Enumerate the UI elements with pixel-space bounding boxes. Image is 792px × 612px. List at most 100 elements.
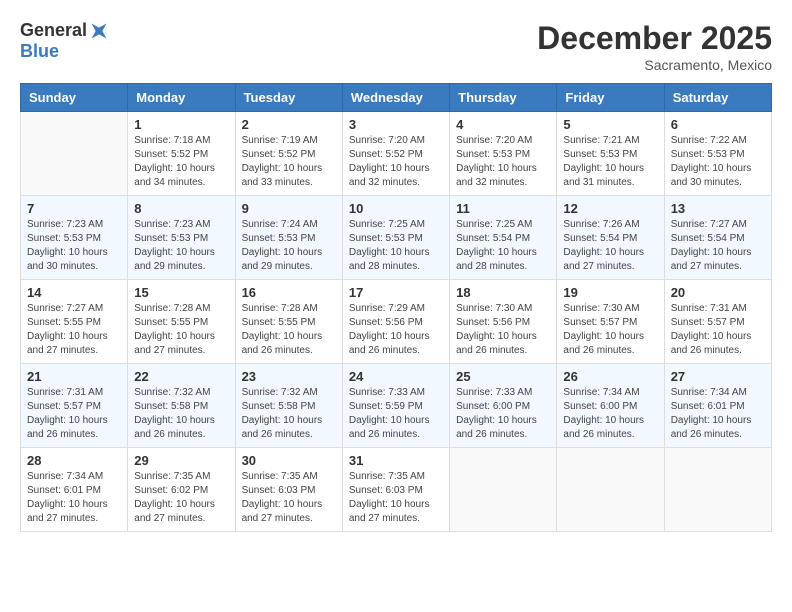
calendar-week-row: 28Sunrise: 7:34 AM Sunset: 6:01 PM Dayli… bbox=[21, 448, 772, 532]
day-number: 4 bbox=[456, 117, 550, 132]
day-info: Sunrise: 7:28 AM Sunset: 5:55 PM Dayligh… bbox=[134, 302, 228, 358]
day-number: 21 bbox=[27, 369, 121, 384]
day-info: Sunrise: 7:18 AM Sunset: 5:52 PM Dayligh… bbox=[134, 134, 228, 190]
day-number: 25 bbox=[456, 369, 550, 384]
day-info: Sunrise: 7:32 AM Sunset: 5:58 PM Dayligh… bbox=[242, 386, 336, 442]
calendar-day-cell: 9 Sunrise: 7:24 AM Sunset: 5:53 PM Daylig… bbox=[235, 196, 342, 280]
day-info: Sunrise: 7:20 AM Sunset: 5:52 PM Dayligh… bbox=[349, 134, 443, 190]
weekday-header-sunday: Sunday bbox=[21, 84, 128, 112]
day-info: Sunrise: 7:24 AM Sunset: 5:53 PM Dayligh… bbox=[242, 218, 336, 274]
day-number: 20 bbox=[671, 285, 765, 300]
calendar-day-cell: 18 Sunrise: 7:30 AM Sunset: 5:56 PM Dayli… bbox=[450, 280, 557, 364]
day-number: 8 bbox=[134, 201, 228, 216]
title-section: December 2025 Sacramento, Mexico bbox=[537, 20, 772, 73]
day-number: 11 bbox=[456, 201, 550, 216]
day-number: 1 bbox=[134, 117, 228, 132]
calendar-day-cell: 11 Sunrise: 7:25 AM Sunset: 5:54 PM Dayli… bbox=[450, 196, 557, 280]
day-info: Sunrise: 7:22 AM Sunset: 5:53 PM Dayligh… bbox=[671, 134, 765, 190]
weekday-header-monday: Monday bbox=[128, 84, 235, 112]
day-info: Sunrise: 7:34 AM Sunset: 6:01 PM Dayligh… bbox=[27, 470, 121, 526]
calendar-week-row: 1 Sunrise: 7:18 AM Sunset: 5:52 PM Daylig… bbox=[21, 112, 772, 196]
calendar-day-cell: 14 Sunrise: 7:27 AM Sunset: 5:55 PM Dayli… bbox=[21, 280, 128, 364]
day-info: Sunrise: 7:30 AM Sunset: 5:56 PM Dayligh… bbox=[456, 302, 550, 358]
day-number: 2 bbox=[242, 117, 336, 132]
calendar-day-cell: 24 Sunrise: 7:33 AM Sunset: 5:59 PM Dayli… bbox=[342, 364, 449, 448]
weekday-header-tuesday: Tuesday bbox=[235, 84, 342, 112]
logo-blue: Blue bbox=[20, 41, 59, 61]
calendar-day-cell: 28Sunrise: 7:34 AM Sunset: 6:01 PM Dayli… bbox=[21, 448, 128, 532]
weekday-header-wednesday: Wednesday bbox=[342, 84, 449, 112]
day-info: Sunrise: 7:21 AM Sunset: 5:53 PM Dayligh… bbox=[563, 134, 657, 190]
calendar-day-cell: 3 Sunrise: 7:20 AM Sunset: 5:52 PM Daylig… bbox=[342, 112, 449, 196]
day-number: 3 bbox=[349, 117, 443, 132]
page-header: General Blue December 2025 Sacramento, M… bbox=[20, 20, 772, 73]
weekday-header-saturday: Saturday bbox=[664, 84, 771, 112]
calendar-day-cell: 30Sunrise: 7:35 AM Sunset: 6:03 PM Dayli… bbox=[235, 448, 342, 532]
day-number: 22 bbox=[134, 369, 228, 384]
month-title: December 2025 bbox=[537, 20, 772, 57]
calendar-day-cell: 15 Sunrise: 7:28 AM Sunset: 5:55 PM Dayli… bbox=[128, 280, 235, 364]
calendar-day-cell: 26Sunrise: 7:34 AM Sunset: 6:00 PM Dayli… bbox=[557, 364, 664, 448]
day-number: 6 bbox=[671, 117, 765, 132]
day-info: Sunrise: 7:25 AM Sunset: 5:53 PM Dayligh… bbox=[349, 218, 443, 274]
calendar-day-cell: 1 Sunrise: 7:18 AM Sunset: 5:52 PM Daylig… bbox=[128, 112, 235, 196]
day-number: 24 bbox=[349, 369, 443, 384]
calendar-day-cell: 16 Sunrise: 7:28 AM Sunset: 5:55 PM Dayli… bbox=[235, 280, 342, 364]
calendar-week-row: 7Sunrise: 7:23 AM Sunset: 5:53 PM Daylig… bbox=[21, 196, 772, 280]
day-info: Sunrise: 7:27 AM Sunset: 5:54 PM Dayligh… bbox=[671, 218, 765, 274]
day-number: 5 bbox=[563, 117, 657, 132]
calendar-day-cell: 6 Sunrise: 7:22 AM Sunset: 5:53 PM Daylig… bbox=[664, 112, 771, 196]
day-info: Sunrise: 7:20 AM Sunset: 5:53 PM Dayligh… bbox=[456, 134, 550, 190]
calendar-week-row: 14 Sunrise: 7:27 AM Sunset: 5:55 PM Dayli… bbox=[21, 280, 772, 364]
calendar-day-cell: 22 Sunrise: 7:32 AM Sunset: 5:58 PM Dayli… bbox=[128, 364, 235, 448]
day-number: 18 bbox=[456, 285, 550, 300]
weekday-header-row: SundayMondayTuesdayWednesdayThursdayFrid… bbox=[21, 84, 772, 112]
calendar-day-cell: 29Sunrise: 7:35 AM Sunset: 6:02 PM Dayli… bbox=[128, 448, 235, 532]
calendar-day-cell: 21 Sunrise: 7:31 AM Sunset: 5:57 PM Dayli… bbox=[21, 364, 128, 448]
day-number: 16 bbox=[242, 285, 336, 300]
logo-general: General bbox=[20, 20, 87, 41]
day-info: Sunrise: 7:26 AM Sunset: 5:54 PM Dayligh… bbox=[563, 218, 657, 274]
calendar-day-cell: 19 Sunrise: 7:30 AM Sunset: 5:57 PM Dayli… bbox=[557, 280, 664, 364]
day-info: Sunrise: 7:28 AM Sunset: 5:55 PM Dayligh… bbox=[242, 302, 336, 358]
day-number: 13 bbox=[671, 201, 765, 216]
weekday-header-thursday: Thursday bbox=[450, 84, 557, 112]
day-number: 14 bbox=[27, 285, 121, 300]
day-number: 9 bbox=[242, 201, 336, 216]
day-number: 23 bbox=[242, 369, 336, 384]
day-number: 17 bbox=[349, 285, 443, 300]
calendar-day-cell: 23 Sunrise: 7:32 AM Sunset: 5:58 PM Dayli… bbox=[235, 364, 342, 448]
day-info: Sunrise: 7:19 AM Sunset: 5:52 PM Dayligh… bbox=[242, 134, 336, 190]
day-info: Sunrise: 7:33 AM Sunset: 5:59 PM Dayligh… bbox=[349, 386, 443, 442]
calendar-day-cell: 5 Sunrise: 7:21 AM Sunset: 5:53 PM Daylig… bbox=[557, 112, 664, 196]
location-subtitle: Sacramento, Mexico bbox=[537, 57, 772, 73]
calendar-day-cell: 8 Sunrise: 7:23 AM Sunset: 5:53 PM Daylig… bbox=[128, 196, 235, 280]
day-info: Sunrise: 7:34 AM Sunset: 6:00 PM Dayligh… bbox=[563, 386, 657, 442]
day-info: Sunrise: 7:25 AM Sunset: 5:54 PM Dayligh… bbox=[456, 218, 550, 274]
day-info: Sunrise: 7:35 AM Sunset: 6:03 PM Dayligh… bbox=[242, 470, 336, 526]
calendar-day-cell: 4 Sunrise: 7:20 AM Sunset: 5:53 PM Daylig… bbox=[450, 112, 557, 196]
calendar-day-cell bbox=[21, 112, 128, 196]
day-info: Sunrise: 7:32 AM Sunset: 5:58 PM Dayligh… bbox=[134, 386, 228, 442]
day-info: Sunrise: 7:34 AM Sunset: 6:01 PM Dayligh… bbox=[671, 386, 765, 442]
day-info: Sunrise: 7:30 AM Sunset: 5:57 PM Dayligh… bbox=[563, 302, 657, 358]
calendar-day-cell: 31 Sunrise: 7:35 AM Sunset: 6:03 PM Dayli… bbox=[342, 448, 449, 532]
logo: General Blue bbox=[20, 20, 107, 62]
calendar-day-cell: 20Sunrise: 7:31 AM Sunset: 5:57 PM Dayli… bbox=[664, 280, 771, 364]
day-info: Sunrise: 7:35 AM Sunset: 6:03 PM Dayligh… bbox=[349, 470, 443, 526]
day-info: Sunrise: 7:29 AM Sunset: 5:56 PM Dayligh… bbox=[349, 302, 443, 358]
day-number: 19 bbox=[563, 285, 657, 300]
day-number: 15 bbox=[134, 285, 228, 300]
day-number: 31 bbox=[349, 453, 443, 468]
calendar-day-cell bbox=[664, 448, 771, 532]
calendar-day-cell: 13 Sunrise: 7:27 AM Sunset: 5:54 PM Dayli… bbox=[664, 196, 771, 280]
day-info: Sunrise: 7:27 AM Sunset: 5:55 PM Dayligh… bbox=[27, 302, 121, 358]
day-info: Sunrise: 7:23 AM Sunset: 5:53 PM Dayligh… bbox=[134, 218, 228, 274]
calendar-week-row: 21 Sunrise: 7:31 AM Sunset: 5:57 PM Dayli… bbox=[21, 364, 772, 448]
calendar-table: SundayMondayTuesdayWednesdayThursdayFrid… bbox=[20, 83, 772, 532]
day-info: Sunrise: 7:33 AM Sunset: 6:00 PM Dayligh… bbox=[456, 386, 550, 442]
calendar-day-cell: 7Sunrise: 7:23 AM Sunset: 5:53 PM Daylig… bbox=[21, 196, 128, 280]
day-info: Sunrise: 7:31 AM Sunset: 5:57 PM Dayligh… bbox=[27, 386, 121, 442]
calendar-day-cell bbox=[557, 448, 664, 532]
calendar-day-cell bbox=[450, 448, 557, 532]
